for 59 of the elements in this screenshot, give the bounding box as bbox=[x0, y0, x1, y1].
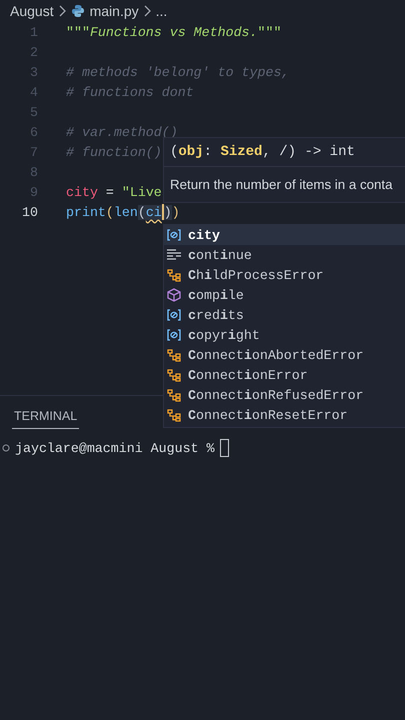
line-number: 7 bbox=[29, 144, 39, 160]
code-token: ) bbox=[172, 204, 180, 220]
line-number: 1 bbox=[29, 24, 39, 40]
terminal-cursor bbox=[220, 439, 228, 457]
variable-icon bbox=[166, 228, 182, 242]
code-token: city bbox=[66, 184, 98, 200]
code-token: """ bbox=[258, 24, 282, 40]
class-icon bbox=[166, 408, 182, 422]
class-icon bbox=[166, 348, 182, 362]
class-icon bbox=[166, 368, 182, 382]
line-number: 3 bbox=[29, 64, 39, 80]
panel-tab[interactable]: TERMINAL bbox=[12, 403, 80, 429]
function-signature: (obj: Sized, /) -> int bbox=[170, 144, 355, 160]
breadcrumb-item[interactable]: ... bbox=[156, 3, 168, 19]
code-token: # functions dont bbox=[66, 84, 194, 100]
suggestion-item[interactable]: ConnectionError bbox=[164, 365, 405, 385]
cube-icon bbox=[166, 288, 182, 302]
code-token: len bbox=[114, 204, 138, 220]
line-number: 10 bbox=[21, 204, 39, 220]
suggestion-item[interactable]: ConnectionResetError bbox=[164, 405, 405, 425]
code-token: "Live bbox=[122, 184, 162, 200]
python-icon bbox=[70, 4, 85, 18]
code-token: # var.method() bbox=[66, 124, 178, 140]
suggestion-item[interactable]: continue bbox=[164, 245, 405, 265]
suggestion-item[interactable]: ConnectionAbortedError bbox=[164, 345, 405, 365]
suggestion-item[interactable]: compile bbox=[164, 285, 405, 305]
status-circle-icon bbox=[2, 444, 10, 452]
code-token: Functions vs Methods. bbox=[90, 24, 258, 40]
line-number: 2 bbox=[29, 44, 39, 60]
chevron-icon bbox=[58, 5, 66, 17]
class-icon bbox=[166, 268, 182, 282]
code-token: print bbox=[66, 204, 106, 220]
line-number: 5 bbox=[29, 104, 39, 120]
text-cursor bbox=[162, 204, 164, 220]
breadcrumb-item[interactable]: August bbox=[10, 3, 54, 19]
suggestion-item[interactable]: copyright bbox=[164, 325, 405, 345]
breadcrumb-item[interactable]: main.py bbox=[90, 3, 139, 19]
chevron-icon bbox=[144, 5, 151, 17]
variable-icon bbox=[166, 308, 182, 322]
variable-icon bbox=[166, 328, 182, 342]
keyword-icon bbox=[166, 248, 182, 262]
suggestion-item[interactable]: credits bbox=[164, 305, 405, 325]
line-number: 6 bbox=[29, 124, 39, 140]
code-token: = bbox=[104, 184, 115, 200]
line-number: 4 bbox=[29, 84, 39, 100]
code-token: ( bbox=[138, 204, 146, 220]
code-token: # function() bbox=[66, 144, 162, 160]
suggestion-item[interactable]: ChildProcessError bbox=[164, 265, 405, 285]
code-token: ci bbox=[146, 204, 162, 220]
line-number: 9 bbox=[29, 184, 39, 200]
code-token: ( bbox=[106, 204, 114, 220]
line-number: 8 bbox=[29, 164, 39, 180]
description-text: Return the number of items in a conta bbox=[170, 176, 392, 192]
code-token: """ bbox=[66, 24, 90, 40]
code-token: # methods 'belong' to types, bbox=[66, 64, 290, 80]
suggestion-item[interactable]: ConnectionRefusedError bbox=[164, 385, 405, 405]
terminal-prompt: jayclare@macmini August % bbox=[15, 440, 214, 456]
class-icon bbox=[166, 388, 182, 402]
suggestion-item[interactable]: city bbox=[164, 225, 405, 245]
